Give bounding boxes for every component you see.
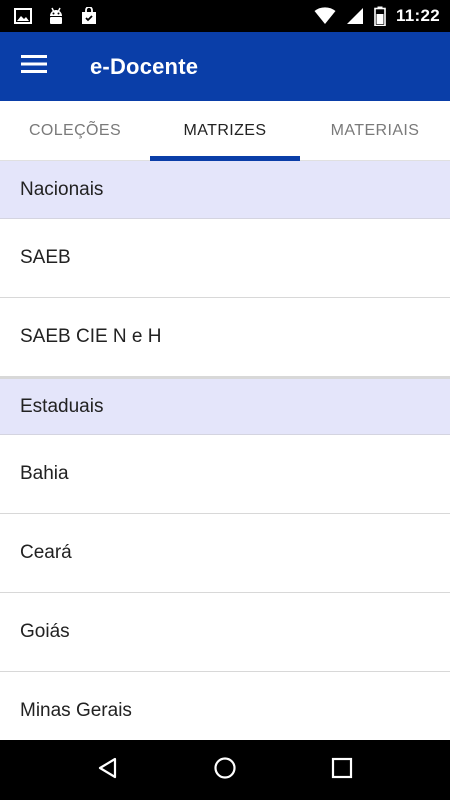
tab-bar: COLEÇÕES MATRIZES MATERIAIS	[0, 101, 450, 161]
status-bar-system: 11:22	[314, 6, 440, 26]
list-item-minas-gerais[interactable]: Minas Gerais	[0, 672, 450, 740]
app-title: e-Docente	[90, 53, 199, 79]
matrizes-list[interactable]: Nacionais SAEB SAEB CIE N e H Estaduais …	[0, 161, 450, 740]
hamburger-menu-icon	[21, 54, 47, 79]
section-header-nacionais: Nacionais	[0, 161, 450, 219]
recents-icon	[331, 757, 353, 784]
app-bar: e-Docente	[0, 32, 450, 101]
tab-materiais[interactable]: MATERIAIS	[300, 101, 450, 160]
home-icon	[213, 756, 237, 785]
wifi-icon	[314, 7, 336, 25]
menu-button[interactable]	[2, 32, 66, 101]
tab-colecoes[interactable]: COLEÇÕES	[0, 101, 150, 160]
list-item-goias[interactable]: Goiás	[0, 593, 450, 672]
list-item-saeb-cie[interactable]: SAEB CIE N e H	[0, 298, 450, 377]
status-bar-notifications	[14, 6, 98, 26]
list-item-bahia[interactable]: Bahia	[0, 435, 450, 514]
status-time: 11:22	[395, 6, 440, 25]
nav-recents-button[interactable]	[312, 740, 372, 800]
section-header-estaduais: Estaduais	[0, 377, 450, 435]
system-nav-bar	[0, 740, 450, 800]
signal-icon	[346, 7, 364, 25]
image-notification-icon	[14, 7, 32, 25]
battery-icon	[374, 6, 386, 26]
shopping-bag-icon	[80, 7, 98, 25]
android-debug-icon	[46, 6, 66, 26]
list-item-saeb[interactable]: SAEB	[0, 219, 450, 298]
list-item-ceara[interactable]: Ceará	[0, 514, 450, 593]
nav-home-button[interactable]	[195, 740, 255, 800]
tab-matrizes[interactable]: MATRIZES	[150, 101, 300, 161]
status-bar: 11:22	[0, 0, 450, 32]
nav-back-button[interactable]	[78, 740, 138, 800]
back-icon	[96, 756, 120, 785]
